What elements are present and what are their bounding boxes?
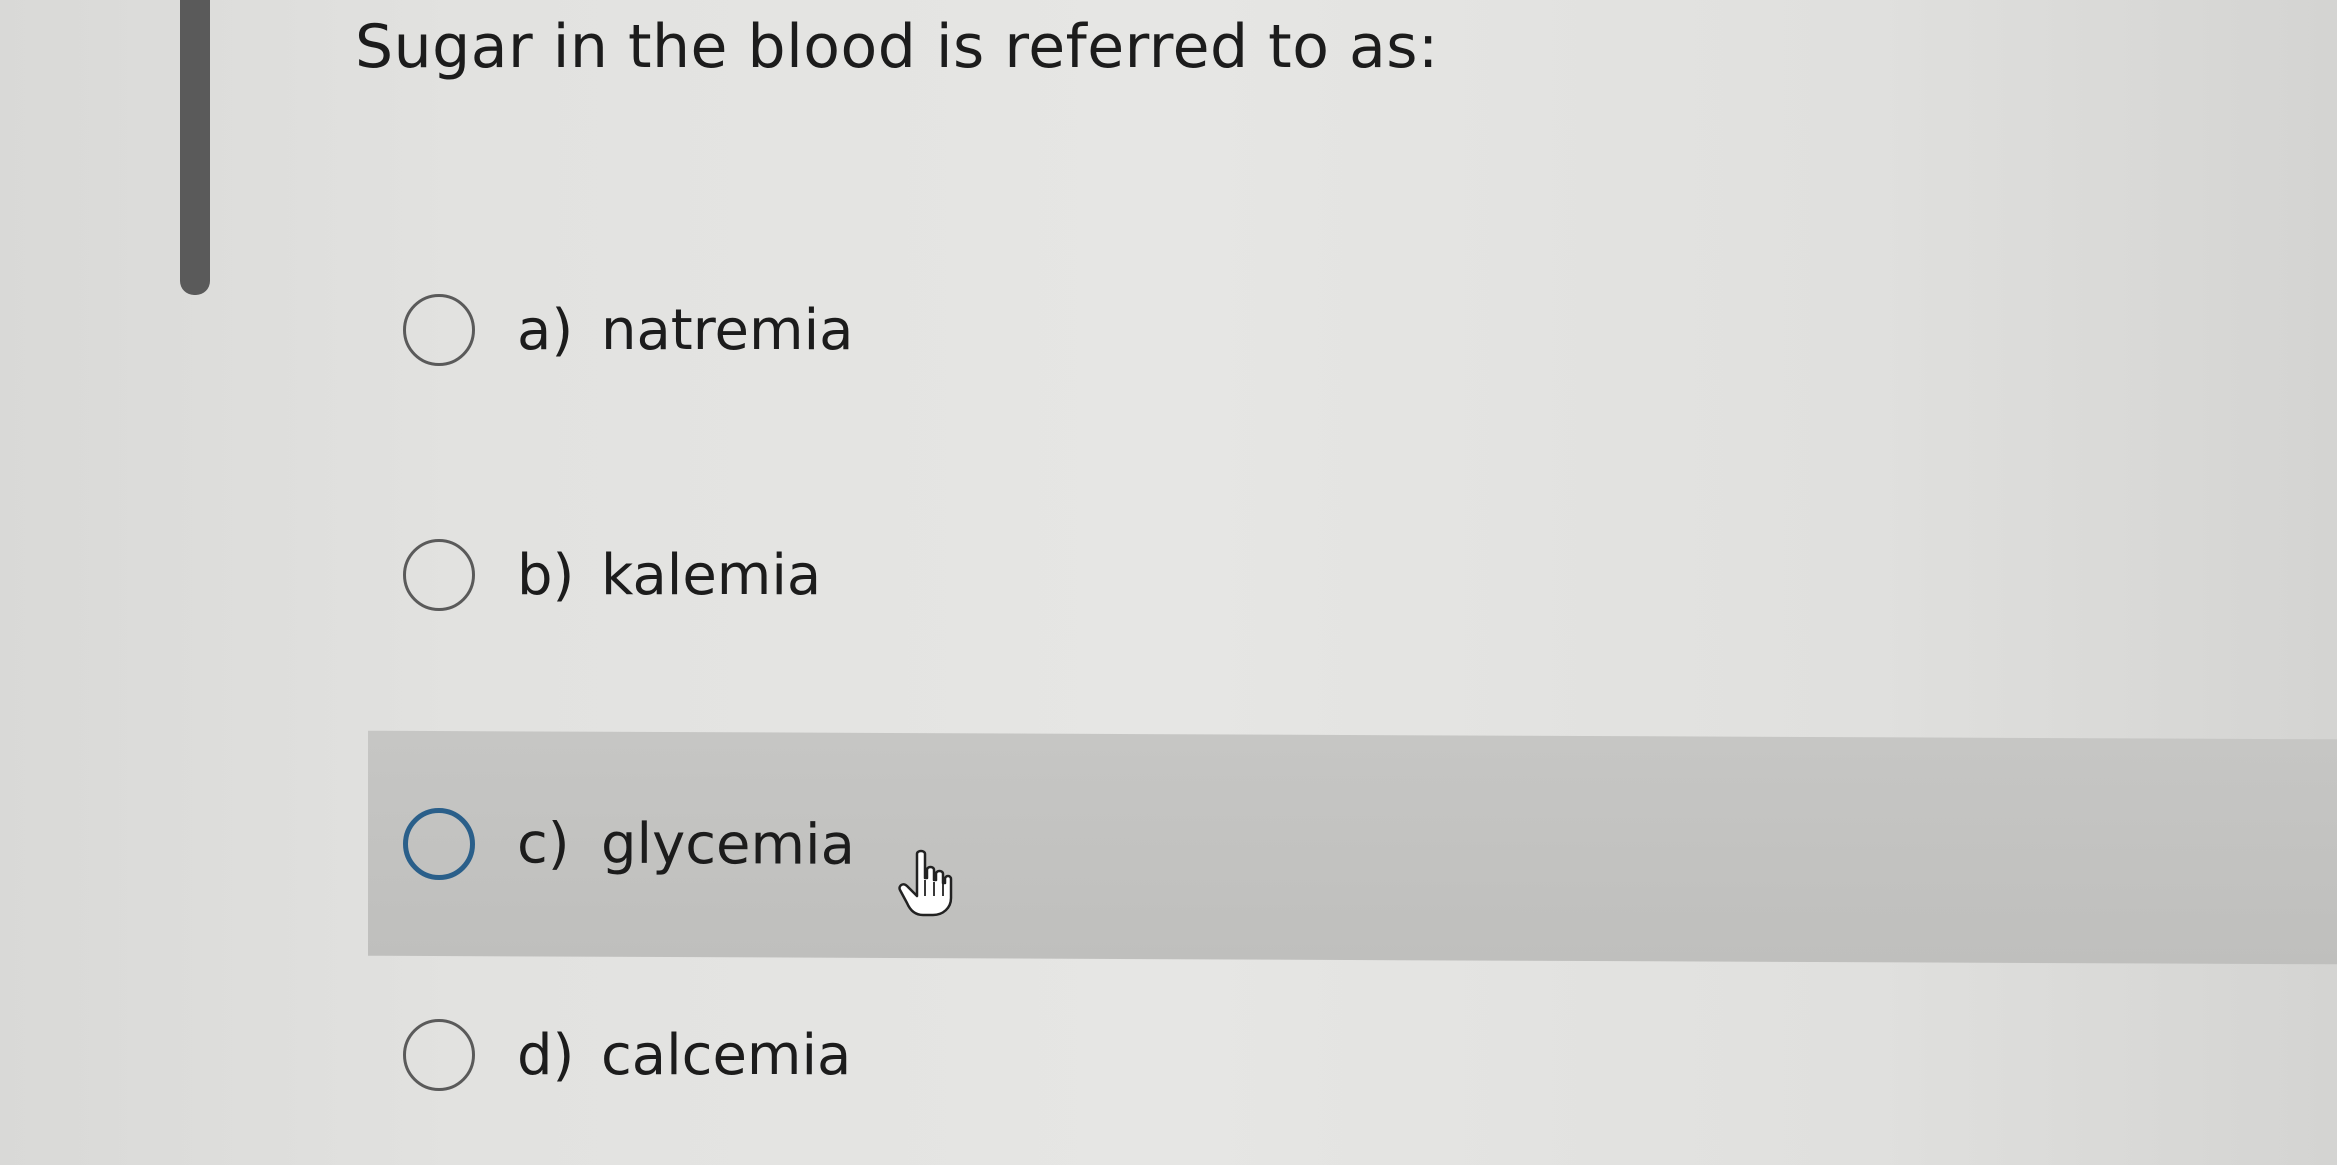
option-label: glycemia [601,811,855,878]
answer-options: a) natremia b) kalemia c) glycemia d) ca… [0,0,2337,1165]
option-b[interactable]: b) kalemia [368,500,2337,650]
option-letter: d) [517,1022,575,1088]
option-letter: a) [517,297,574,363]
radio-button-icon[interactable] [403,807,475,880]
option-c[interactable]: c) glycemia [368,730,2337,965]
option-label: kalemia [601,542,822,608]
radio-button-icon[interactable] [403,539,475,611]
option-letter: b) [517,542,575,608]
hand-pointer-icon [898,849,953,917]
radio-button-icon[interactable] [403,294,475,366]
option-letter: c) [517,811,570,877]
radio-button-icon[interactable] [403,1019,475,1091]
option-d[interactable]: d) calcemia [368,980,2337,1130]
option-a[interactable]: a) natremia [368,255,2337,405]
option-label: natremia [601,297,854,363]
option-label: calcemia [601,1022,852,1088]
